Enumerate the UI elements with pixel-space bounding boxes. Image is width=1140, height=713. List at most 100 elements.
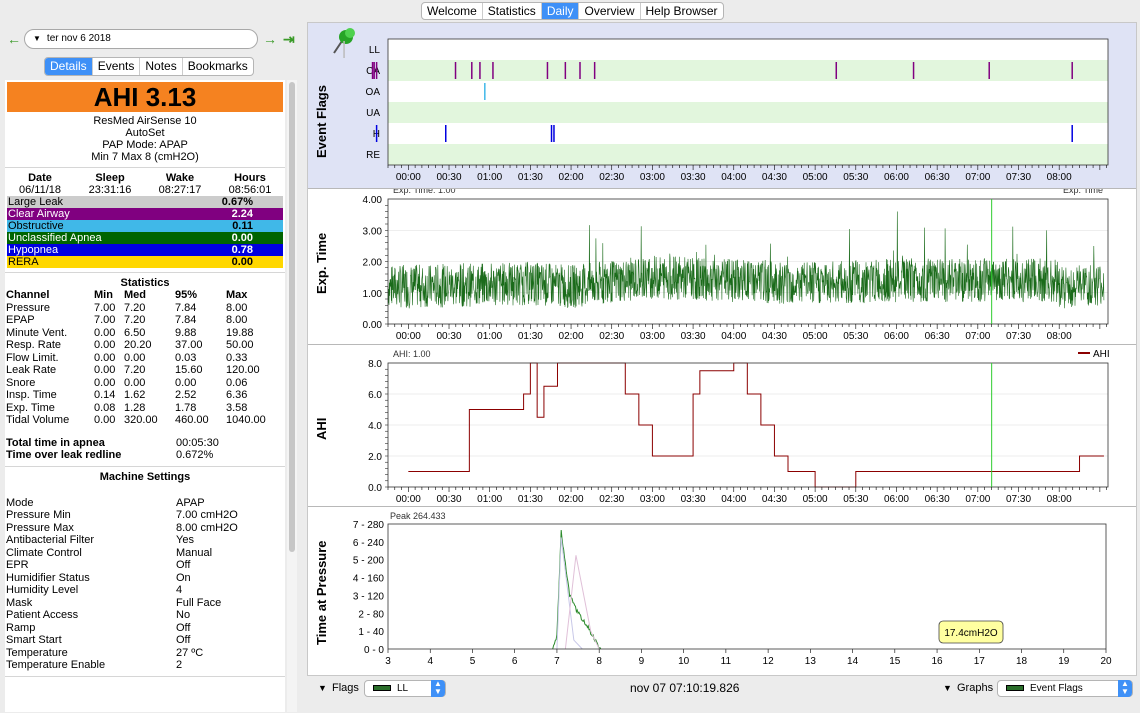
statistics-title: Statistics [120, 277, 170, 289]
y-tick-label: 8.0 [368, 359, 382, 370]
setting-label: Humidity Level [6, 584, 79, 596]
setting-value: 4 [176, 584, 183, 596]
setting-value: 8.00 cmH2O [176, 521, 238, 534]
time-at-pressure-faint-line [564, 555, 600, 650]
y-tick-label: 4.0 [368, 421, 382, 432]
arrow-right-icon[interactable]: → [263, 31, 277, 47]
event-flags-graph[interactable]: Event Flags LLCAOAUAHRE00:0000:3001:0001… [308, 23, 1136, 189]
setting-label: Antibacterial Filter [6, 534, 95, 546]
time-tick-label: 03:00 [640, 172, 665, 183]
ahi-plot[interactable]: 8.0 6.0 4.0 2.0 0.0 AHI: 1.00 AHI 00:00 00:30 01:… [308, 345, 1136, 507]
y-tick-label: 0.00 [363, 320, 383, 331]
y-tick-label: 0.0 [368, 483, 382, 494]
table-cell: 0.00 [175, 376, 197, 389]
session-value: 06/11/18 [18, 184, 61, 196]
tab-daily[interactable]: Daily [541, 3, 580, 19]
graphs-select[interactable]: Event Flags ▲ ▼ [997, 680, 1133, 697]
session-header: Wake [165, 172, 195, 184]
time-tick-label: 08:00 [1047, 331, 1072, 342]
time-tick-label: 04:30 [762, 494, 787, 505]
event-rate-row: Clear Airway 2.24 [7, 208, 283, 220]
time-tick-label: 04:30 [762, 331, 787, 342]
time-tick-label: 02:30 [599, 172, 624, 183]
event-rate-value: 0.00 [231, 256, 253, 268]
time-tick-label: 08:00 [1047, 494, 1072, 505]
tab-welcome[interactable]: Welcome [422, 3, 483, 19]
y-tick-label: 2.00 [363, 258, 383, 269]
time-tick-label: 03:30 [681, 494, 706, 505]
tab-bookmarks[interactable]: Bookmarks [183, 58, 253, 75]
table-row: Flow Limit. 0.00 0.00 0.03 0.33 [6, 352, 276, 365]
device-model: AutoSet [125, 127, 165, 139]
tab-statistics[interactable]: Statistics [483, 3, 542, 19]
time-at-pressure-graph[interactable]: Time at Pressure 7 - 280 6 - 240 5 - 200 4 … [308, 507, 1136, 675]
table-header: 95% [175, 289, 198, 301]
setting-row: Humidifier Status On [5, 572, 285, 585]
setting-label: Climate Control [6, 546, 82, 559]
date-select[interactable]: ▼ ter nov 6 2018 [24, 29, 258, 49]
table-cell: Leak Rate [6, 364, 57, 376]
chevron-down-icon[interactable]: ▼ [943, 683, 952, 693]
setting-value: On [176, 571, 191, 584]
y-tick-label: 7 - 280 [353, 520, 385, 531]
event-flags-plot[interactable]: LLCAOAUAHRE00:0000:3001:0001:3002:0002:3… [308, 23, 1136, 189]
time-tick-label: 07:00 [965, 172, 990, 183]
chevron-down-icon[interactable]: ▼ [318, 683, 327, 693]
graphs-panel: Event Flags LLCAOAUAHRE00:0000:3001:0001… [307, 22, 1137, 676]
table-cell: 0.00 [124, 351, 146, 364]
time-tick-label: 00:00 [396, 331, 421, 342]
event-rate-row: Obstructive 0.11 [7, 220, 283, 232]
x-tick-label: 7 [554, 656, 560, 667]
tab-events[interactable]: Events [93, 58, 141, 75]
time-tick-label: 07:30 [1006, 331, 1031, 342]
tab-overview[interactable]: Overview [579, 3, 641, 19]
summary-label: Time over leak redline [6, 449, 122, 461]
setting-label: Temperature Enable [6, 659, 106, 671]
time-tick-label: 05:30 [843, 331, 868, 342]
cursor-timestamp: nov 07 07:10:19.826 [630, 681, 740, 695]
session-header: Hours [234, 172, 266, 184]
time-tick-label: 06:30 [925, 494, 950, 505]
table-row: Snore 0.00 0.00 0.00 0.06 [6, 377, 276, 390]
time-tick-label: 06:30 [925, 172, 950, 183]
tab-notes[interactable]: Notes [140, 58, 183, 75]
divider [5, 675, 285, 677]
x-tick-label: 12 [763, 656, 775, 667]
table-cell: 7.00 [94, 314, 116, 326]
setting-value: Off [176, 621, 191, 634]
time-at-pressure-plot[interactable]: 7 - 280 6 - 240 5 - 200 4 - 160 3 - 120 2 - 8… [308, 507, 1136, 675]
device-name: ResMed AirSense 10 [93, 115, 197, 127]
arrow-left-icon[interactable]: ← [7, 31, 21, 47]
tab-details[interactable]: Details [45, 58, 93, 75]
divider [5, 272, 285, 273]
tab-help-browser[interactable]: Help Browser [641, 3, 723, 19]
left-scrollbar[interactable] [287, 80, 297, 712]
ahi-graph[interactable]: AHI 8.0 6.0 4.0 2.0 0.0 AHI: 1.00 AHI 00:00 00:3… [308, 345, 1136, 507]
exp-time-graph[interactable]: Exp. Time 4.00 3.00 2.00 1.00 0.00 Exp. Time:… [308, 189, 1136, 345]
exp-time-plot[interactable]: 4.003.002.001.000.00Exp. Time: 1.00 Exp. … [308, 189, 1136, 345]
flags-select[interactable]: LL ▲ ▼ [364, 680, 446, 697]
event-rate-label: Obstructive [8, 220, 64, 232]
scroll-thumb[interactable] [289, 82, 295, 552]
time-tick-label: 01:30 [518, 172, 543, 183]
time-tick-label: 06:00 [884, 494, 909, 505]
x-tick-label: 17 [974, 656, 986, 667]
table-row: Insp. Time 0.14 1.62 2.52 6.36 [6, 389, 276, 402]
jump-end-icon[interactable]: ⇥ [283, 31, 295, 48]
flag-row-label: LL [369, 45, 381, 56]
event-rate-row: Hypopnea 0.78 [7, 244, 283, 256]
table-row: Tidal Volume 0.00 320.00 460.00 1040.00 [6, 414, 276, 427]
x-tick-label: 19 [1058, 656, 1070, 667]
table-cell: 0.00 [94, 339, 116, 351]
x-tick-label: 11 [721, 656, 732, 667]
session-header: Date [28, 172, 52, 184]
y-tick-label: 2 - 80 [358, 609, 384, 620]
time-tick-label: 05:30 [843, 494, 868, 505]
setting-label: Mode [6, 496, 34, 509]
session-values: 06/11/18 23:31:16 08:27:17 08:56:01 [5, 184, 285, 196]
table-row: Resp. Rate 0.00 20.20 37.00 50.00 [6, 339, 276, 352]
color-swatch [1006, 685, 1024, 692]
time-tick-label: 00:00 [396, 494, 421, 505]
event-rate-label: Unclassified Apnea [8, 232, 102, 244]
setting-label: Mask [6, 596, 33, 609]
